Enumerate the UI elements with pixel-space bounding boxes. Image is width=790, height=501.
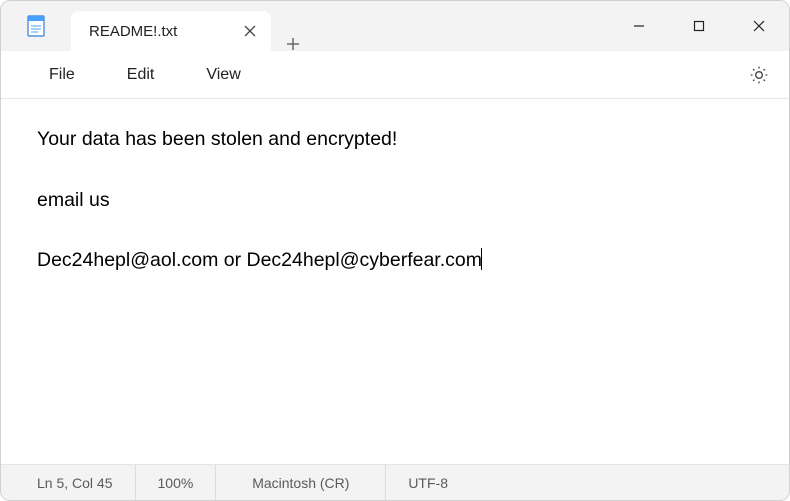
app-icon-wrap — [1, 1, 71, 51]
status-position[interactable]: Ln 5, Col 45 — [1, 465, 136, 500]
minimize-icon — [633, 20, 645, 32]
new-tab-button[interactable] — [271, 37, 315, 51]
tab-close-button[interactable] — [243, 24, 257, 38]
menu-edit[interactable]: Edit — [101, 58, 181, 92]
text-editor[interactable]: Your data has been stolen and encrypted!… — [1, 99, 789, 464]
tab-active[interactable]: README!.txt — [71, 11, 271, 51]
minimize-button[interactable] — [609, 1, 669, 51]
status-eol[interactable]: Macintosh (CR) — [216, 465, 386, 500]
notepad-window: README!.txt — [0, 0, 790, 501]
menubar: File Edit View — [1, 51, 789, 99]
statusbar: Ln 5, Col 45 100% Macintosh (CR) UTF-8 — [1, 464, 789, 500]
menu-file[interactable]: File — [23, 58, 101, 92]
window-controls — [609, 1, 789, 51]
close-window-button[interactable] — [729, 1, 789, 51]
settings-button[interactable] — [739, 55, 779, 95]
maximize-button[interactable] — [669, 1, 729, 51]
text-caret — [481, 248, 482, 270]
tab-title: README!.txt — [89, 23, 177, 40]
tabs-strip: README!.txt — [71, 1, 609, 51]
document-text: Your data has been stolen and encrypted!… — [37, 128, 482, 271]
gear-icon — [749, 65, 769, 85]
close-icon — [244, 25, 256, 37]
menu-view[interactable]: View — [180, 58, 266, 92]
status-zoom[interactable]: 100% — [136, 465, 217, 500]
maximize-icon — [693, 20, 705, 32]
titlebar: README!.txt — [1, 1, 789, 51]
notepad-icon — [24, 14, 48, 38]
close-icon — [752, 19, 766, 33]
plus-icon — [286, 37, 300, 51]
status-encoding[interactable]: UTF-8 — [386, 465, 470, 500]
